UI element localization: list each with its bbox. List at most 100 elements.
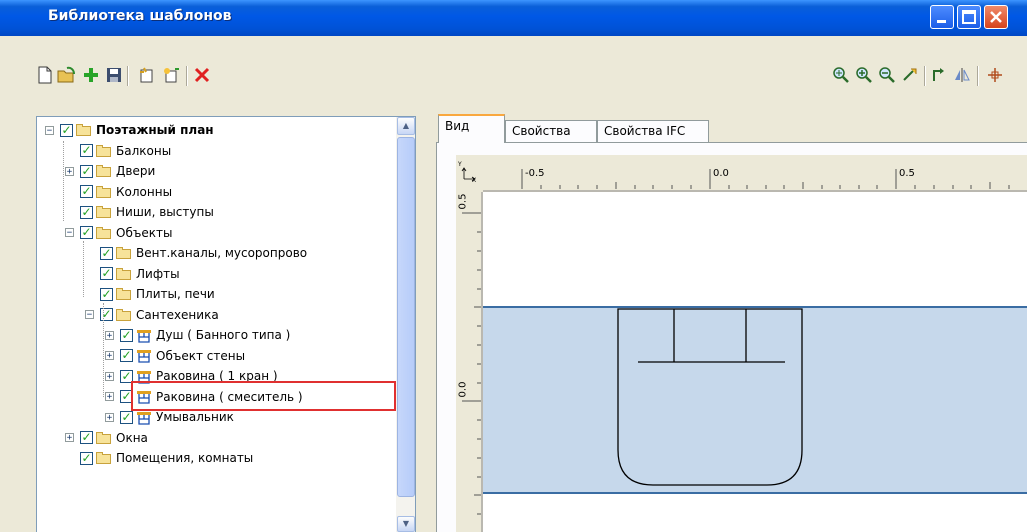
item-checkbox[interactable]: ✓ [120, 410, 133, 424]
new-folder-button[interactable] [136, 64, 158, 86]
tree-item[interactable]: + ✓ Окна [65, 429, 148, 447]
tree-item[interactable]: ✓ Лифты [85, 265, 180, 283]
tree-item-label: Колонны [116, 184, 173, 199]
scroll-down-button[interactable]: ▼ [397, 516, 415, 532]
minimize-button[interactable] [930, 5, 954, 29]
collapse-icon[interactable]: − [85, 310, 94, 320]
item-checkbox[interactable]: ✓ [100, 246, 113, 260]
template-library-window: Библиотека шаблонов − ✓ Поэтажный план ✓… [0, 0, 1027, 532]
tree-item[interactable]: − ✓ Поэтажный план [45, 121, 214, 139]
add-button[interactable] [80, 64, 102, 86]
tree-connector [85, 249, 94, 258]
maximize-icon [962, 10, 976, 24]
properties-icon [164, 68, 179, 83]
folder-icon [116, 247, 132, 259]
expand-icon[interactable]: + [65, 433, 74, 443]
zoom-all-button[interactable] [830, 64, 852, 86]
zoom-in-icon [856, 67, 872, 83]
expand-icon[interactable]: + [105, 392, 114, 402]
collapse-icon[interactable]: − [45, 125, 54, 135]
tree-item[interactable]: ✓ Колонны [65, 183, 172, 201]
mirror-button[interactable] [951, 64, 973, 86]
expand-icon[interactable]: + [65, 166, 74, 176]
folder-icon [96, 452, 112, 464]
item-checkbox[interactable]: ✓ [100, 287, 113, 301]
item-checkbox[interactable]: ✓ [80, 164, 93, 178]
item-checkbox[interactable]: ✓ [80, 205, 93, 219]
open-button[interactable] [56, 64, 78, 86]
tree-item[interactable]: ✓ Вент.каналы, мусоропрово [85, 244, 307, 262]
mirror-icon [955, 68, 970, 82]
tree-item[interactable]: ✓ Балконы [65, 142, 171, 160]
add-icon [84, 68, 98, 82]
zoom-out-icon [879, 67, 895, 83]
tree-item-label: Плиты, печи [136, 287, 215, 301]
preview-canvas[interactable] [456, 155, 1027, 532]
expand-icon[interactable]: + [105, 371, 114, 381]
title-bar[interactable]: Библиотека шаблонов [0, 0, 1027, 36]
new-icon [38, 66, 52, 84]
close-icon [990, 11, 1002, 23]
tree-item[interactable]: + ✓ Душ ( Банного типа ) [105, 326, 290, 344]
item-checkbox[interactable]: ✓ [100, 308, 113, 321]
item-checkbox[interactable]: ✓ [80, 226, 93, 239]
snap-button[interactable] [984, 64, 1006, 86]
rotate-icon [933, 68, 944, 81]
snap-icon [988, 68, 1002, 82]
properties-button[interactable] [160, 64, 182, 86]
tree-item[interactable]: ✓ Ниши, выступы [65, 203, 214, 221]
tree-connector [85, 290, 94, 299]
tab-properties[interactable]: Свойства [505, 120, 597, 142]
tree-connector [65, 187, 74, 196]
tree-item[interactable]: − ✓ Сантехеника [85, 306, 219, 324]
pan-icon [903, 68, 917, 81]
folder-icon [96, 185, 112, 198]
rotate-button[interactable] [928, 64, 950, 86]
tree-connector [65, 208, 74, 217]
item-checkbox[interactable]: ✓ [80, 144, 93, 157]
new-folder-icon [140, 67, 153, 83]
tree-item-label: Объекты [116, 225, 173, 240]
toolbar-separator [924, 66, 926, 86]
open-icon [57, 66, 75, 83]
close-button[interactable] [984, 5, 1008, 29]
tree-item-label: Вент.каналы, мусоропрово [136, 246, 308, 260]
item-checkbox[interactable]: ✓ [120, 349, 133, 362]
tree-item[interactable]: + ✓ Двери [65, 162, 155, 180]
tree-connector [65, 146, 74, 155]
item-checkbox[interactable]: ✓ [80, 185, 93, 198]
tree-item-label: Поэтажный план [96, 123, 214, 137]
template-tree[interactable]: − ✓ Поэтажный план ✓ Балконы + ✓ Двери ✓ Колонны ✓… [36, 116, 416, 532]
save-button[interactable] [103, 64, 125, 86]
scroll-thumb[interactable] [397, 137, 415, 497]
tree-item[interactable]: ✓ Плиты, печи [85, 285, 215, 303]
tree-item-label: Балконы [116, 143, 172, 158]
item-checkbox[interactable]: ✓ [80, 431, 93, 444]
tree-item[interactable]: ✓ Помещения, комнаты [65, 449, 253, 467]
folder-icon [96, 431, 112, 444]
template-object-icon [136, 349, 152, 363]
new-button[interactable] [34, 64, 56, 86]
tree-item[interactable]: − ✓ Объекты [65, 224, 172, 242]
scroll-up-button[interactable]: ▲ [397, 117, 415, 135]
tree-item[interactable]: + ✓ Объект стены [105, 347, 245, 365]
expand-icon[interactable]: + [105, 330, 114, 340]
tab-view[interactable]: Вид [438, 114, 505, 143]
expand-icon[interactable]: + [105, 351, 114, 361]
delete-button[interactable] [191, 64, 213, 86]
expand-icon[interactable]: + [105, 412, 114, 422]
pan-button[interactable] [899, 64, 921, 86]
tree-item-label: Окна [116, 430, 148, 445]
maximize-button[interactable] [957, 5, 981, 29]
zoom-in-button[interactable] [853, 64, 875, 86]
item-checkbox[interactable]: ✓ [100, 267, 113, 280]
vertical-ruler: Y X 0.5 0.0 [456, 155, 483, 532]
minimize-icon [937, 20, 946, 23]
zoom-out-button[interactable] [876, 64, 898, 86]
ruler-tick-label: 0.5 [457, 193, 469, 210]
tab-ifc-properties[interactable]: Свойства IFC [597, 120, 709, 142]
item-checkbox[interactable]: ✓ [60, 123, 73, 137]
item-checkbox[interactable]: ✓ [120, 328, 133, 342]
collapse-icon[interactable]: − [65, 228, 74, 238]
item-checkbox[interactable]: ✓ [80, 451, 93, 465]
